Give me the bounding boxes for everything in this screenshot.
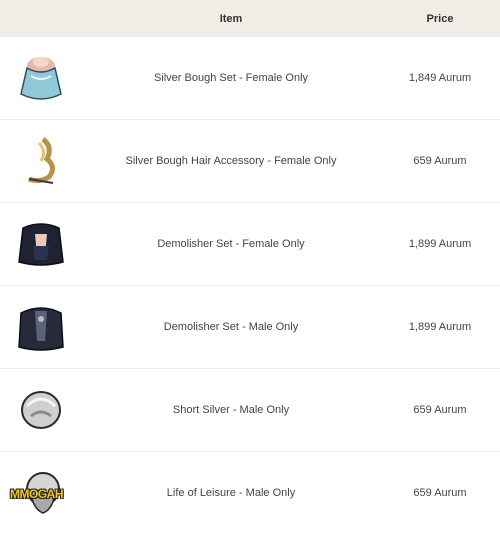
item-price: 659 Aurum	[413, 487, 467, 499]
header-item: Item	[219, 12, 243, 25]
item-name: Short Silver - Male Only	[172, 404, 290, 416]
table-header: Item Price	[0, 0, 500, 37]
table-row: MMOGAH Life of Leisure - Male Only 659 A…	[0, 452, 500, 534]
hair-icon	[0, 369, 82, 451]
table-row: Silver Bough Hair Accessory - Female Onl…	[0, 120, 500, 203]
item-name: Life of Leisure - Male Only	[166, 487, 296, 499]
hair-accessory-icon	[0, 120, 82, 202]
watermark-logo: MMOGAH	[10, 487, 64, 501]
header-price: Price	[426, 12, 454, 25]
dress-icon	[0, 37, 82, 119]
item-name: Demolisher Set - Female Only	[157, 238, 305, 250]
item-name: Silver Bough Set - Female Only	[153, 72, 309, 84]
table-row: Silver Bough Set - Female Only 1,849 Aur…	[0, 37, 500, 120]
item-price: 1,899 Aurum	[408, 321, 472, 333]
item-name: Demolisher Set - Male Only	[163, 321, 299, 333]
dark-coat-icon	[0, 286, 82, 368]
item-price: 659 Aurum	[413, 404, 467, 416]
table-row: Short Silver - Male Only 659 Aurum	[0, 369, 500, 452]
item-price: 659 Aurum	[413, 155, 467, 167]
item-name: Silver Bough Hair Accessory - Female Onl…	[125, 155, 337, 167]
dark-outfit-icon	[0, 203, 82, 285]
table-row: Demolisher Set - Male Only 1,899 Aurum	[0, 286, 500, 369]
item-price: 1,849 Aurum	[408, 72, 472, 84]
item-price-table: Item Price Silver Bough Set - Female Onl…	[0, 0, 500, 534]
table-row: Demolisher Set - Female Only 1,899 Aurum	[0, 203, 500, 286]
hair-long-icon: MMOGAH	[0, 452, 82, 534]
item-price: 1,899 Aurum	[408, 238, 472, 250]
